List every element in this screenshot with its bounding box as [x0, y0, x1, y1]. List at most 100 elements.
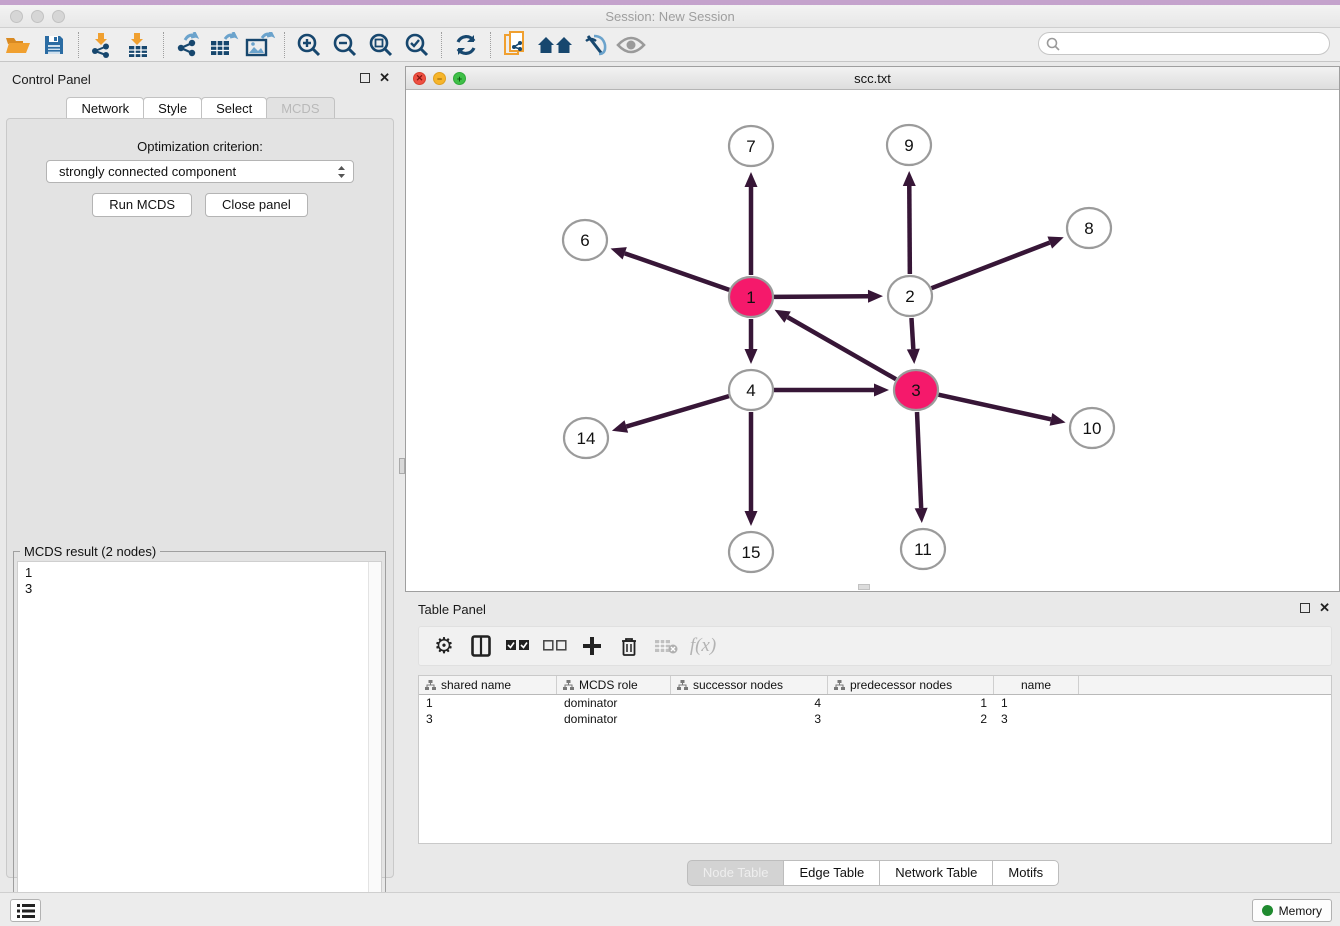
- tab-select[interactable]: Select: [201, 97, 267, 120]
- cell-mcds-role[interactable]: dominator: [557, 695, 671, 711]
- show-eye-button[interactable]: [616, 30, 646, 60]
- column-header-successor-nodes[interactable]: successor nodes: [671, 676, 828, 694]
- zoom-out-icon: [332, 32, 358, 58]
- import-table-icon: [126, 32, 152, 58]
- cell-predecessor-nodes[interactable]: 2: [828, 711, 994, 727]
- duplicate-network-button[interactable]: [500, 30, 530, 60]
- close-panel-icon[interactable]: ✕: [379, 73, 390, 83]
- zoom-fit-icon: [368, 32, 394, 58]
- graph-edge-arrowhead: [1047, 236, 1063, 248]
- mcds-result-box: MCDS result (2 nodes) 1 3: [13, 551, 386, 926]
- delete-table-icon: [654, 638, 678, 654]
- column-type-icon: [834, 680, 845, 690]
- result-line: 3: [25, 581, 381, 597]
- graph-edge-3-11[interactable]: [917, 412, 921, 508]
- float-panel-icon[interactable]: [360, 73, 370, 83]
- delete-column-button[interactable]: [614, 631, 644, 661]
- show-columns-button[interactable]: [466, 631, 496, 661]
- refresh-button[interactable]: [451, 30, 481, 60]
- column-label: shared name: [441, 678, 511, 692]
- memory-button[interactable]: Memory: [1252, 899, 1332, 922]
- mcds-tab-panel: Optimization criterion: strongly connect…: [6, 118, 394, 878]
- result-scrollbar[interactable]: [368, 562, 381, 922]
- graph-edge-arrowhead: [868, 290, 883, 303]
- cell-shared-name[interactable]: 3: [419, 711, 557, 727]
- tab-node-table[interactable]: Node Table: [687, 860, 785, 886]
- tab-edge-table[interactable]: Edge Table: [783, 860, 880, 886]
- status-bar: Memory: [0, 892, 1340, 926]
- search-input[interactable]: [1038, 32, 1330, 55]
- graph-edge-3-10[interactable]: [938, 395, 1050, 420]
- cell-name[interactable]: 1: [994, 695, 1079, 711]
- export-image-button[interactable]: [245, 30, 275, 60]
- graph-edge-2-8[interactable]: [932, 243, 1050, 289]
- graph-edge-2-3[interactable]: [911, 318, 913, 349]
- network-window-titlebar[interactable]: ✕ − + scc.txt: [406, 67, 1339, 90]
- tab-network-table[interactable]: Network Table: [879, 860, 993, 886]
- save-session-button[interactable]: [39, 30, 69, 60]
- cell-predecessor-nodes[interactable]: 1: [828, 695, 994, 711]
- select-all-columns-button[interactable]: [503, 631, 533, 661]
- task-history-button[interactable]: [10, 899, 41, 922]
- graph-canvas[interactable]: 1234678910111415: [406, 90, 1339, 591]
- column-header-shared-name[interactable]: shared name: [419, 676, 557, 694]
- zoom-out-button[interactable]: [330, 30, 360, 60]
- criterion-dropdown[interactable]: strongly connected component: [46, 160, 354, 183]
- tab-style[interactable]: Style: [143, 97, 202, 120]
- graph-edge-arrowhead: [745, 511, 758, 526]
- toolbar-separator: [441, 32, 442, 58]
- graph-edge-1-2[interactable]: [774, 296, 868, 297]
- network-window-title: scc.txt: [406, 71, 1339, 86]
- table-row[interactable]: 1 dominator 4 1 1: [419, 695, 1331, 711]
- float-table-panel-icon[interactable]: [1300, 603, 1310, 613]
- graph-node-label: 7: [746, 137, 755, 156]
- tab-motifs[interactable]: Motifs: [992, 860, 1059, 886]
- home-button[interactable]: [536, 30, 574, 60]
- mcds-result-text[interactable]: 1 3: [17, 561, 382, 923]
- tab-mcds[interactable]: MCDS: [266, 97, 334, 120]
- import-network-button[interactable]: [88, 30, 118, 60]
- cell-mcds-role[interactable]: dominator: [557, 711, 671, 727]
- graph-edge-2-9[interactable]: [909, 186, 910, 274]
- close-table-panel-icon[interactable]: ✕: [1319, 603, 1330, 613]
- cell-shared-name[interactable]: 1: [419, 695, 557, 711]
- network-canvas[interactable]: 1234678910111415: [406, 90, 1339, 591]
- table-settings-button[interactable]: ⚙: [429, 631, 459, 661]
- graph-edge-arrowhead: [611, 247, 627, 259]
- graph-edge-1-6[interactable]: [625, 253, 730, 290]
- zoom-fit-button[interactable]: [366, 30, 396, 60]
- cell-name[interactable]: 3: [994, 711, 1079, 727]
- export-network-button[interactable]: [173, 30, 203, 60]
- column-type-icon: [425, 680, 436, 690]
- graph-edge-4-14[interactable]: [626, 396, 729, 426]
- tab-network[interactable]: Network: [66, 97, 144, 120]
- refresh-icon: [453, 32, 479, 58]
- open-session-button[interactable]: [3, 30, 33, 60]
- add-column-button[interactable]: [577, 631, 607, 661]
- zoom-in-button[interactable]: [294, 30, 324, 60]
- export-network-icon: [175, 32, 202, 58]
- table-row[interactable]: 3 dominator 3 2 3: [419, 711, 1331, 727]
- import-table-button[interactable]: [124, 30, 154, 60]
- home-icon: [537, 34, 573, 56]
- export-table-button[interactable]: [209, 30, 239, 60]
- column-header-predecessor-nodes[interactable]: predecessor nodes: [828, 676, 994, 694]
- graph-edge-3-1[interactable]: [788, 317, 896, 379]
- run-mcds-button[interactable]: Run MCDS: [92, 193, 192, 217]
- optimization-criterion-label: Optimization criterion:: [7, 139, 393, 154]
- zoom-selected-button[interactable]: [402, 30, 432, 60]
- network-resize-handle[interactable]: [858, 584, 870, 590]
- column-header-name[interactable]: name: [994, 676, 1079, 694]
- unselect-all-columns-button[interactable]: [540, 631, 570, 661]
- table-toolbar: ⚙: [418, 626, 1332, 666]
- cell-successor-nodes[interactable]: 3: [671, 711, 828, 727]
- column-header-mcds-role[interactable]: MCDS role: [557, 676, 671, 694]
- graph-edge-arrowhead: [745, 172, 758, 187]
- mcds-result-title: MCDS result (2 nodes): [20, 544, 160, 559]
- graph-edge-arrowhead: [907, 349, 920, 364]
- cell-successor-nodes[interactable]: 4: [671, 695, 828, 711]
- close-panel-button[interactable]: Close panel: [205, 193, 308, 217]
- control-panel-tabs: Network Style Select MCDS: [0, 97, 400, 120]
- hide-glasses-button[interactable]: [580, 30, 610, 60]
- gear-icon: ⚙: [434, 633, 454, 659]
